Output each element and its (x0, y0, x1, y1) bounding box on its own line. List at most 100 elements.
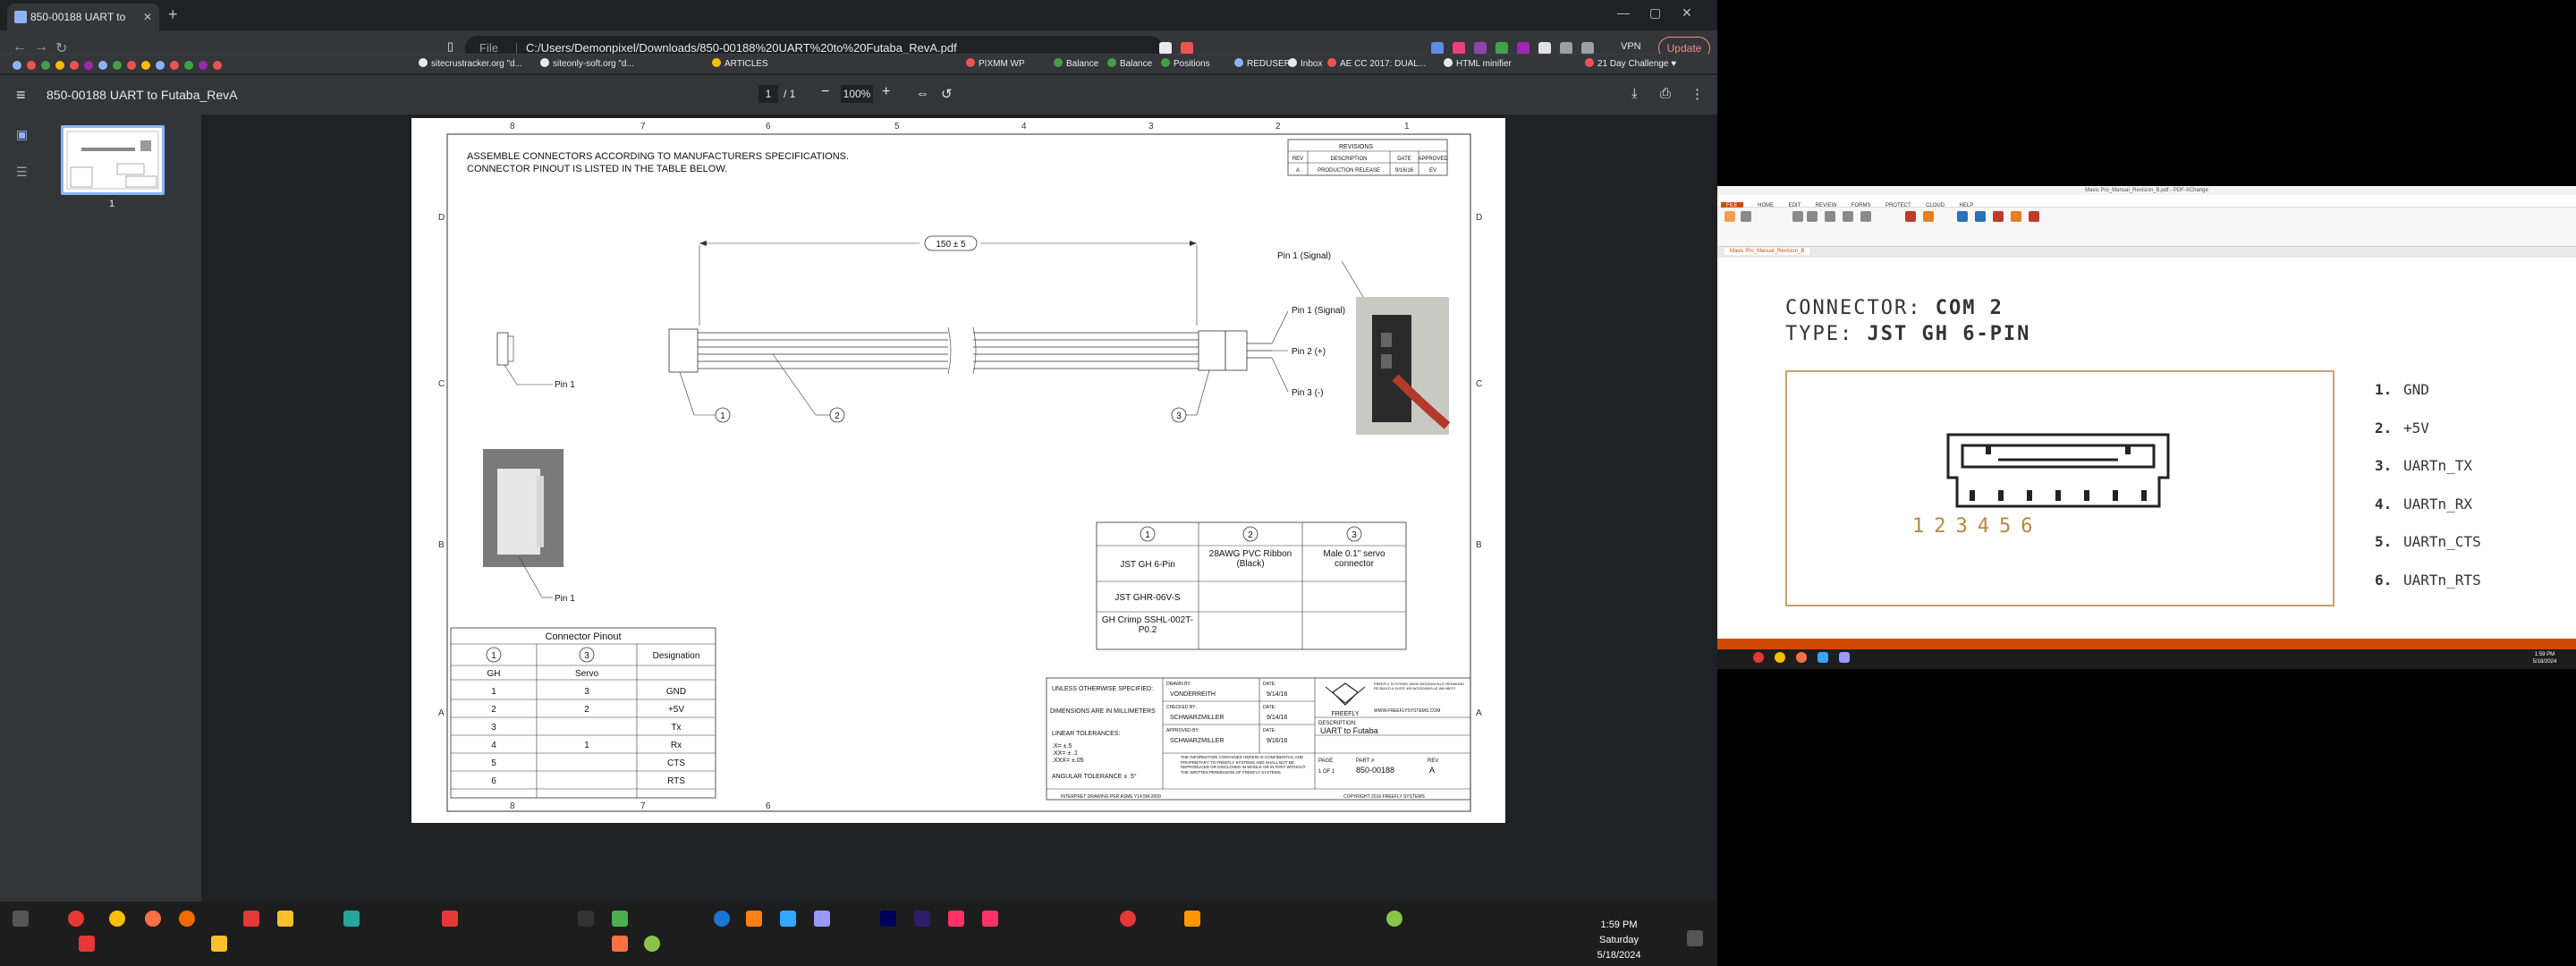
bookmark-icon[interactable] (141, 61, 150, 70)
bookmark-icon[interactable] (70, 61, 79, 70)
bookmark-icon[interactable] (213, 61, 222, 70)
bookmark-icon[interactable] (156, 61, 165, 70)
extension-icon[interactable] (1517, 42, 1530, 55)
extension-icon[interactable] (1496, 42, 1508, 55)
document-tab[interactable]: Mavic Pro_Manual_Revision_B (1724, 248, 1810, 255)
right-clock[interactable]: 1:59 PM 5/18/2024 (2522, 651, 2567, 665)
bookmark-icon[interactable] (41, 61, 50, 70)
browser-tab[interactable]: 850-00188 UART to Futaba_RevA ✕ (7, 4, 159, 50)
chrome-icon[interactable] (109, 911, 125, 927)
zoom-tool-icon[interactable] (1741, 211, 1751, 222)
indesign-icon[interactable] (982, 911, 998, 927)
bookmark-icon[interactable]: ▯ (447, 39, 453, 54)
after-effects-icon[interactable] (814, 911, 830, 927)
media-encoder-icon[interactable] (880, 911, 896, 927)
tool-icon[interactable] (1825, 211, 1835, 222)
vpn-button[interactable]: VPN (1621, 41, 1641, 52)
app-icon[interactable] (578, 911, 594, 927)
convert-icon[interactable] (2011, 211, 2021, 222)
indesign-icon[interactable] (948, 911, 964, 927)
firefox-icon[interactable] (145, 911, 161, 927)
close-window-icon[interactable]: ✕ (1682, 5, 1692, 21)
zoom-in-icon[interactable]: + (882, 84, 890, 100)
rewards-icon[interactable] (1181, 42, 1193, 55)
tool-icon[interactable] (1843, 211, 1853, 222)
app-icon[interactable] (644, 936, 660, 952)
app-icon[interactable] (1386, 911, 1402, 927)
zoom-input[interactable]: 100% (841, 85, 873, 103)
firefox-dev-icon[interactable] (179, 911, 195, 927)
extension-icon[interactable] (1453, 42, 1465, 55)
bookmark-icon[interactable] (55, 61, 64, 70)
bookmark-link[interactable]: ARTICLES (712, 58, 768, 69)
zoom-out-icon[interactable]: − (821, 84, 829, 100)
outline-icon[interactable]: ☰ (16, 165, 28, 180)
media-encoder-icon[interactable] (914, 911, 930, 927)
bookmark-icon[interactable] (27, 61, 36, 70)
system-clock[interactable]: 1:59 PM Saturday 5/18/2024 (1592, 918, 1646, 963)
app-icon[interactable] (1775, 652, 1785, 663)
print-icon[interactable]: ⎙ (1660, 86, 1671, 101)
app-icon[interactable] (612, 936, 628, 952)
app-icon[interactable] (343, 911, 360, 927)
extension-icon[interactable] (1474, 42, 1487, 55)
bookmark-link[interactable]: sitecrustracker.org "d... (419, 58, 522, 69)
maximize-icon[interactable]: ▢ (1649, 5, 1661, 21)
convert-icon[interactable] (2029, 211, 2039, 222)
illustrator-icon[interactable] (746, 911, 762, 927)
bookmark-icon[interactable] (127, 61, 136, 70)
bookmark-icon[interactable] (184, 61, 193, 70)
minimize-icon[interactable]: — (1617, 5, 1630, 20)
app-icon[interactable] (1796, 652, 1807, 663)
extension-icon[interactable] (1560, 42, 1572, 55)
bookmark-link[interactable]: Inbox (1288, 58, 1322, 69)
bookmark-link[interactable]: AE CC 2017: DUAL... (1327, 58, 1426, 69)
brave-icon[interactable] (243, 911, 259, 927)
create-icon[interactable] (1923, 211, 1934, 222)
menu-icon[interactable]: ≡ (16, 86, 26, 105)
bookmark-link[interactable]: PIXMM WP (966, 58, 1025, 69)
convert-icon[interactable] (1957, 211, 1968, 222)
folder-icon[interactable] (211, 936, 227, 952)
app-icon[interactable] (612, 911, 628, 927)
download-icon[interactable]: ⤓ (1631, 86, 1638, 101)
app-icon[interactable] (1818, 652, 1828, 663)
app-icon[interactable] (79, 936, 95, 952)
bookmark-link[interactable]: Positions (1161, 58, 1210, 69)
hand-tool-icon[interactable] (1724, 211, 1735, 222)
convert-icon[interactable] (1975, 211, 1986, 222)
bookmark-link[interactable]: 21 Day Challenge ♥ (1585, 58, 1676, 69)
app-icon[interactable] (1120, 911, 1136, 927)
app-icon[interactable] (1753, 652, 1764, 663)
tool-icon[interactable] (1860, 211, 1871, 222)
create-icon[interactable] (1905, 211, 1916, 222)
vlc-icon[interactable] (1184, 911, 1200, 927)
extension-icon[interactable] (1538, 42, 1551, 55)
photoshop-icon[interactable] (780, 911, 796, 927)
app-icon[interactable] (1839, 652, 1850, 663)
extension-icon[interactable] (1581, 42, 1594, 55)
app-icon[interactable] (442, 911, 458, 927)
bookmark-link[interactable]: HTML minifier (1444, 58, 1512, 69)
tool-icon[interactable] (1792, 211, 1803, 222)
rotate-icon[interactable]: ↺ (941, 86, 953, 102)
bookmark-icon[interactable] (199, 61, 208, 70)
start-icon[interactable] (13, 911, 29, 927)
extension-icon[interactable] (1431, 42, 1444, 55)
bookmark-link[interactable]: siteonly-soft.org "d... (540, 58, 634, 69)
convert-icon[interactable] (1993, 211, 2004, 222)
brave-shield-icon[interactable] (1159, 42, 1172, 55)
bookmark-icon[interactable] (113, 61, 122, 70)
tool-icon[interactable] (1807, 211, 1818, 222)
page-thumbnail[interactable] (61, 125, 165, 195)
bookmark-link[interactable]: Balance (1107, 58, 1152, 69)
thumbnails-icon[interactable]: ▣ (16, 127, 28, 142)
bookmark-icon[interactable] (84, 61, 93, 70)
more-options-icon[interactable]: ⋮ (1690, 86, 1704, 102)
page-number-input[interactable]: 1 (758, 85, 778, 103)
opera-icon[interactable] (68, 911, 84, 927)
bookmark-link[interactable]: REDUSER (1234, 58, 1291, 69)
bookmark-icon[interactable] (13, 61, 21, 70)
folder-icon[interactable] (277, 911, 293, 927)
app-icon[interactable] (714, 911, 730, 927)
